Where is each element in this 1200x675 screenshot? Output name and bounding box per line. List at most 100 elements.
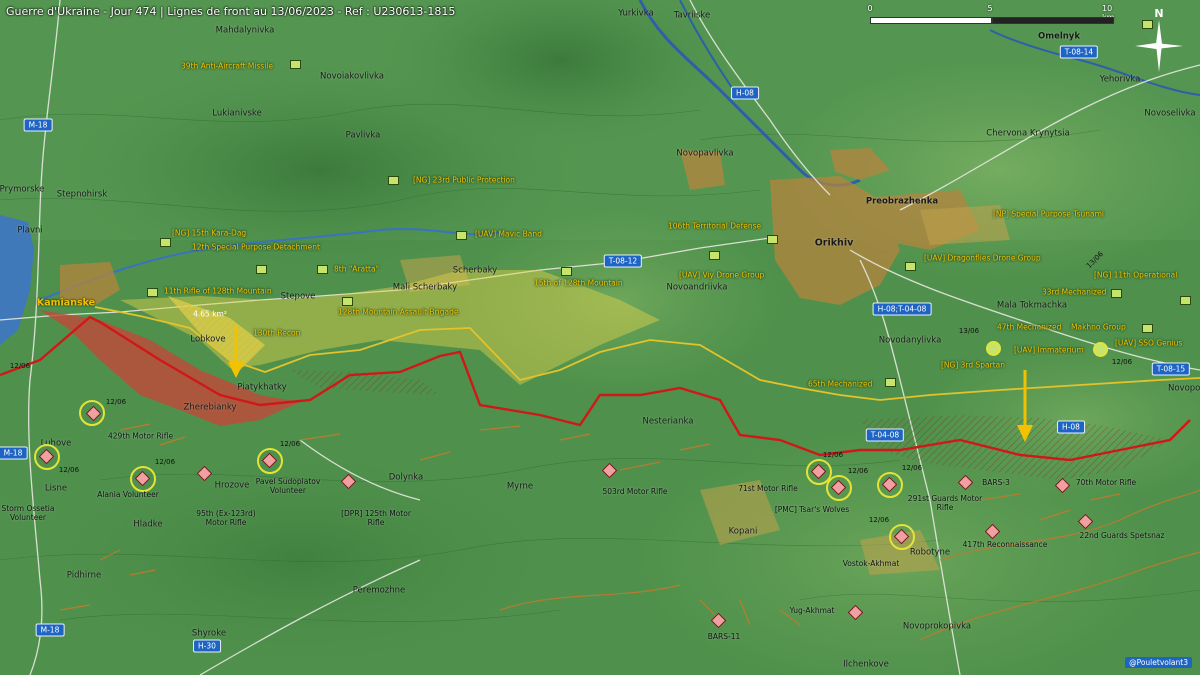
unit-marker-icon[interactable]	[290, 60, 301, 69]
ukr-unit-label: 39th Anti-Aircraft Missile	[181, 61, 273, 71]
unit-highlight-ring	[826, 475, 852, 501]
unit-marker-icon[interactable]	[905, 262, 916, 271]
ukr-unit-label: 11th Rifle of 128th Mountain	[164, 286, 272, 296]
town-label: Novopok	[1168, 383, 1200, 394]
compass-rose-icon: N	[1135, 7, 1183, 72]
unit-marker-icon[interactable]	[147, 288, 158, 297]
unit-marker-icon[interactable]	[885, 378, 896, 387]
ru-unit-label: 429th Motor Rifle	[108, 431, 174, 441]
ru-unit-label: Alania Volunteer	[97, 490, 159, 499]
date-tag: 13/06	[958, 327, 980, 335]
scale-segment-black	[992, 17, 1114, 24]
ukr-unit-label: 130th Recon	[253, 328, 301, 338]
ukr-unit-label: [NG] 3rd Spartan	[941, 360, 1006, 370]
town-label: Peremozhne	[352, 585, 406, 596]
unit-marker-icon[interactable]	[160, 238, 171, 247]
town-label: Ilchenkove	[843, 659, 889, 670]
road-badge: T-08-15	[1151, 362, 1191, 376]
unit-marker-icon[interactable]	[256, 265, 267, 274]
road-badge: T-08-14	[1059, 45, 1099, 59]
unit-marker-icon[interactable]	[342, 297, 353, 306]
ru-unit-label: 503rd Motor Rifle	[602, 487, 668, 496]
date-tag: 12/06	[9, 362, 31, 370]
unit-marker-icon[interactable]	[317, 265, 328, 274]
unit-highlight-ring	[257, 448, 283, 474]
town-label: Orikhiv	[814, 237, 854, 249]
ukr-unit-label: [UAV] Viy Drone Group	[679, 270, 765, 280]
town-label: Lisne	[44, 483, 68, 494]
unit-highlight-ring	[877, 472, 903, 498]
ukr-unit-label: [NG] 11th Operational	[1094, 270, 1178, 280]
town-label: Dolynka	[388, 472, 424, 483]
unit-marker-icon[interactable]	[709, 251, 720, 260]
unit-marker-icon[interactable]	[986, 341, 1001, 356]
ukr-unit-label: [NG] 15th Kara-Dag	[172, 228, 247, 238]
town-label: Scherbaky	[452, 265, 498, 276]
unit-marker-icon[interactable]	[1093, 342, 1108, 357]
road-badge: H-30	[193, 639, 221, 653]
map-view[interactable]: Guerre d'Ukraine - Jour 474 | Lignes de …	[0, 0, 1200, 675]
town-label: Stepnohirsk	[56, 189, 108, 200]
ukr-unit-label: 128th Mountain Assault Brigade	[338, 307, 459, 317]
ukr-unit-label: 12th Special Purpose Detachment	[192, 242, 320, 252]
town-label: Mahdalynivka	[215, 25, 275, 36]
author-credit: @Pouletvolant3	[1125, 657, 1192, 668]
ru-unit-label: Pavel Sudoplatov Volunteer	[255, 477, 321, 495]
unit-marker-icon[interactable]	[1142, 324, 1153, 333]
unit-marker-icon[interactable]	[767, 235, 778, 244]
town-label: Robotyne	[909, 547, 951, 558]
town-label: Piatykhatky	[237, 382, 287, 393]
town-label: Novoprokopivka	[902, 621, 972, 632]
town-label: Omelnyk	[1037, 31, 1081, 42]
unit-highlight-ring	[34, 444, 60, 470]
town-label: Shyroke	[191, 628, 227, 639]
town-label: Stepove	[280, 291, 316, 302]
town-label: Mali Scherbaky	[392, 282, 458, 293]
unit-marker-icon[interactable]	[1180, 296, 1191, 305]
town-label: Lobkove	[190, 334, 226, 345]
map-title: Guerre d'Ukraine - Jour 474 | Lignes de …	[6, 5, 456, 18]
scale-start-label: 0	[867, 4, 873, 13]
ukr-unit-label: 65th Mechanized	[808, 379, 873, 389]
date-tag: 12/06	[154, 458, 176, 466]
town-label: Novoiakovlivka	[320, 71, 384, 82]
town-label: Lukianivske	[212, 108, 262, 119]
town-label: Mala Tokmachka	[996, 300, 1068, 311]
ru-unit-label: Yug-Akhmat	[789, 606, 835, 615]
ru-unit-label: 291st Guards Motor Rifle	[907, 494, 983, 512]
ukr-unit-label: Makhno Group	[1071, 322, 1126, 332]
unit-marker-icon[interactable]	[1142, 20, 1153, 29]
ukr-unit-label: 15th of 128th Mountain	[534, 278, 623, 288]
unit-marker-icon[interactable]	[561, 267, 572, 276]
date-tag: 12/06	[105, 398, 127, 406]
town-label: Zherebianky	[183, 402, 237, 413]
date-tag: 12/06	[279, 440, 301, 448]
town-label: Yehorivka	[1099, 74, 1141, 85]
ukr-unit-label: 47th Mechanized	[997, 322, 1062, 332]
ru-unit-label: 71st Motor Rifle	[738, 484, 798, 493]
road-badge: M-18	[23, 118, 53, 132]
ru-unit-label: BARS-11	[707, 632, 741, 641]
date-tag: 12/06	[901, 464, 923, 472]
unit-marker-icon[interactable]	[388, 176, 399, 185]
unit-highlight-ring	[130, 466, 156, 492]
terrain-layer	[0, 0, 1200, 675]
road-badge: H-08	[1057, 420, 1085, 434]
ru-unit-label: BARS-3	[982, 478, 1010, 487]
ukr-unit-label: [UAV] SSO Genius	[1115, 338, 1183, 348]
ukr-unit-label: 106th Territorial Defense	[668, 221, 762, 231]
town-label: Tavriiske	[673, 10, 711, 21]
ukr-unit-label: [UAV] Mavic Band	[475, 229, 542, 239]
town-label: Myrne	[506, 481, 534, 492]
unit-marker-icon[interactable]	[1111, 289, 1122, 298]
date-tag: 12/06	[847, 467, 869, 475]
town-label: Pidhirne	[66, 570, 102, 581]
unit-marker-icon[interactable]	[456, 231, 467, 240]
unit-highlight-ring	[889, 524, 915, 550]
date-tag: 12/06	[58, 466, 80, 474]
ru-unit-label: [PMC] Tsar's Wolves	[774, 505, 850, 514]
ukr-unit-label: [NP] Special Purpose Tsunami	[993, 209, 1104, 219]
scale-segment-white	[870, 17, 992, 24]
date-tag: 12/06	[1111, 358, 1133, 366]
town-label: Nesterianka	[642, 416, 694, 427]
